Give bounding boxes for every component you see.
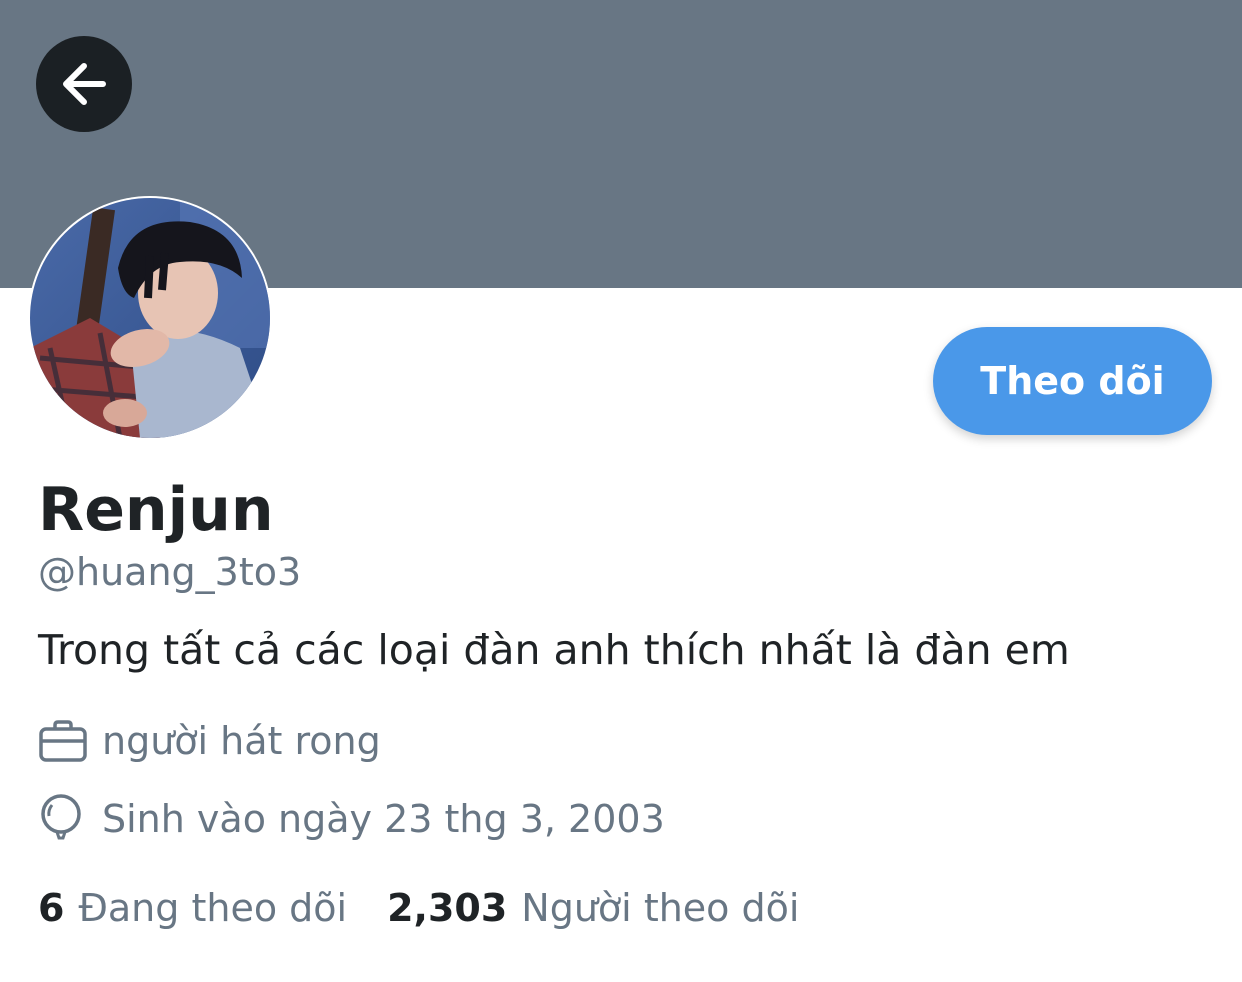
balloon-icon xyxy=(38,794,90,844)
following-link[interactable]: 6 Đang theo dõi xyxy=(38,886,347,930)
profile-bio: Trong tất cả các loại đàn anh thích nhất… xyxy=(38,626,1070,674)
follow-button[interactable]: Theo dõi xyxy=(933,327,1212,435)
follow-stats: 6 Đang theo dõi 2,303 Người theo dõi xyxy=(38,882,799,934)
arrow-left-icon xyxy=(63,63,106,105)
birthday-text: Sinh vào ngày 23 thg 3, 2003 xyxy=(102,797,665,841)
avatar[interactable] xyxy=(28,196,272,440)
birthday-row: Sinh vào ngày 23 thg 3, 2003 xyxy=(38,794,665,844)
back-button[interactable] xyxy=(36,36,132,132)
briefcase-icon xyxy=(38,716,90,766)
followers-label: Người theo dõi xyxy=(521,886,800,930)
following-label: Đang theo dõi xyxy=(78,886,348,930)
following-count: 6 xyxy=(38,886,65,930)
profile-photo xyxy=(30,198,270,438)
job-row: người hát rong xyxy=(38,716,381,766)
followers-count: 2,303 xyxy=(387,886,508,930)
job-text: người hát rong xyxy=(102,719,381,763)
followers-link[interactable]: 2,303 Người theo dõi xyxy=(387,886,799,930)
display-name: Renjun xyxy=(38,475,274,545)
user-handle: @huang_3to3 xyxy=(38,550,302,594)
